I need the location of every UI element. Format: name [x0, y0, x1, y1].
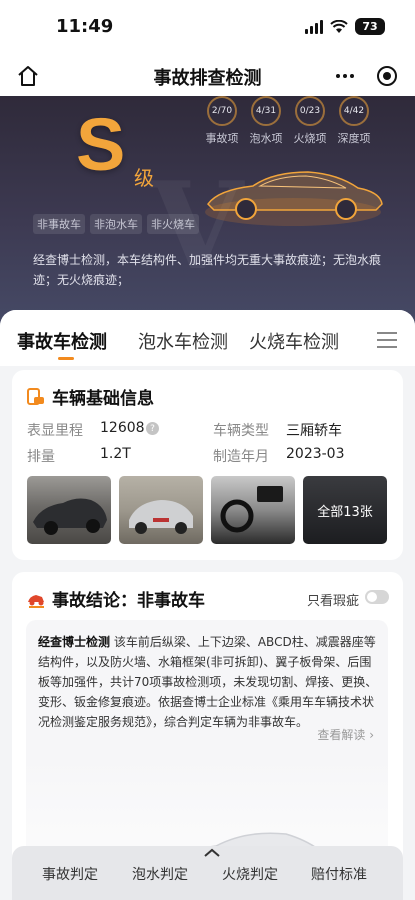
nav-bar: 事故排查检测 [0, 56, 415, 96]
stat-label: 深度项 [337, 132, 371, 145]
stat-accident: 2/70 事故项 [204, 96, 240, 146]
tab-bar: 事故车检测 泡水车检测 火烧车检测 [0, 310, 415, 366]
conclusion-title: 事故结论：非事故车 [52, 591, 205, 611]
mileage-value: 12608 [100, 420, 145, 436]
bottom-nav-fire[interactable]: 火烧判定 [222, 864, 278, 884]
defects-only-label: 只看瑕疵 [306, 594, 359, 609]
bottom-nav: 事故判定 泡水判定 火烧判定 赔付标准 [12, 846, 403, 900]
tag-no-fire: 非火烧车 [147, 214, 199, 234]
car-crash-icon [28, 594, 44, 608]
vehicle-info-header: 车辆基础信息 [26, 384, 154, 409]
photos-more-button[interactable]: 全部13张 [303, 476, 387, 544]
stat-label: 火烧项 [293, 132, 327, 145]
car-doc-icon [27, 387, 44, 405]
signal-icon [305, 19, 323, 34]
tab-accident[interactable]: 事故车检测 [17, 328, 107, 354]
bottom-nav-flood[interactable]: 泡水判定 [132, 864, 188, 884]
status-time: 11:49 [56, 16, 114, 37]
vehicle-photo[interactable] [27, 476, 111, 544]
grade-unit: 级 [134, 166, 154, 190]
type-label: 车辆类型 [213, 423, 269, 439]
hero-tags: 非事故车 非泡水车 非火烧车 [33, 214, 199, 234]
inspector-brand: 经查博士检测 [38, 635, 111, 649]
type-value: 三厢轿车 [286, 423, 342, 439]
vehicle-photo[interactable] [119, 476, 203, 544]
car-illustration [205, 171, 383, 226]
year-label: 制造年月 [213, 449, 269, 465]
conclusion-body: 该车前后纵梁、上下边梁、ABCD柱、减震器座等结构件，以及防火墙、水箱框架(非可… [38, 635, 378, 729]
inspection-stats: 2/70 事故项 4/31 泡水项 0/23 火烧项 4/42 深度项 [204, 96, 372, 146]
hero-description: 经查博士检测，本车结构件、加强件均无重大事故痕迹；无泡水痕迹；无火烧痕迹； [33, 253, 382, 287]
tag-no-accident: 非事故车 [33, 214, 85, 234]
menu-icon[interactable] [377, 332, 397, 348]
photos-more-label: 全部13张 [317, 504, 373, 520]
view-interpretation-link[interactable]: 查看解读 › [317, 726, 374, 743]
tag-no-flood: 非泡水车 [90, 214, 142, 234]
stat-depth: 4/42 深度项 [336, 96, 372, 146]
conclusion-header: 事故结论：非事故车 [26, 586, 205, 611]
stat-value: 0/23 [295, 96, 325, 126]
tab-active-indicator [58, 357, 74, 360]
content-sheet: 事故车检测 泡水车检测 火烧车检测 车辆基础信息 表显里程 12608 ? 车辆… [0, 310, 415, 900]
wifi-icon [330, 19, 348, 33]
stat-value: 2/70 [207, 96, 237, 126]
status-bar: 11:49 73 [0, 0, 415, 56]
stat-fire: 0/23 火烧项 [292, 96, 328, 146]
conclusion-text: 经查博士检测 该车前后纵梁、上下边梁、ABCD柱、减震器座等结构件，以及防火墙、… [38, 632, 380, 732]
bottom-nav-compensation[interactable]: 赔付标准 [311, 864, 367, 884]
year-value: 2023-03 [286, 446, 345, 462]
more-icon[interactable] [333, 64, 357, 88]
vehicle-photo[interactable] [211, 476, 295, 544]
stat-label: 事故项 [205, 132, 239, 145]
displacement-value: 1.2T [100, 446, 131, 462]
stat-value: 4/42 [339, 96, 369, 126]
vehicle-info-card: 车辆基础信息 表显里程 12608 ? 车辆类型 三厢轿车 排量 1.2T 制造… [12, 370, 403, 560]
mileage-label: 表显里程 [27, 423, 83, 439]
grade-letter: S [76, 103, 126, 186]
chevron-up-icon[interactable] [202, 848, 222, 858]
status-icons: 73 [305, 18, 385, 35]
tab-fire[interactable]: 火烧车检测 [249, 328, 339, 354]
stat-value: 4/31 [251, 96, 281, 126]
card-title: 车辆基础信息 [52, 389, 154, 409]
stat-flood: 4/31 泡水项 [248, 96, 284, 146]
bottom-nav-accident[interactable]: 事故判定 [42, 864, 98, 884]
target-icon[interactable] [375, 64, 399, 88]
stat-label: 泡水项 [249, 132, 283, 145]
defects-only-toggle[interactable] [365, 590, 389, 604]
displacement-label: 排量 [27, 449, 55, 465]
help-icon[interactable]: ? [146, 422, 159, 435]
battery-icon: 73 [355, 18, 385, 35]
tab-flood[interactable]: 泡水车检测 [138, 328, 228, 354]
inspection-hero: V S 级 2/70 事故项 4/31 泡水项 0/23 火烧项 4/42 深度… [0, 96, 415, 326]
